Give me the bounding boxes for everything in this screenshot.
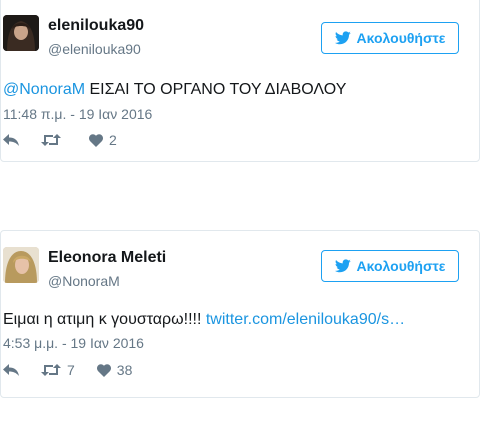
- like-button[interactable]: 2: [89, 132, 117, 148]
- follow-button[interactable]: Ακολουθήστε: [321, 22, 459, 54]
- follow-label: Ακολουθήστε: [356, 30, 446, 46]
- tweet-text: @NonoraM ΕΙΣΑΙ ΤΟ ΟΡΓΑΝΟ ΤΟΥ ΔΙΑΒΟΛΟΥ: [3, 81, 346, 99]
- user-handle[interactable]: @elenilouka90: [48, 41, 141, 57]
- tweet-body: ΕΙΣΑΙ ΤΟ ΟΡΓΑΝΟ ΤΟΥ ΔΙΑΒΟΛΟΥ: [85, 81, 347, 98]
- twitter-bird-icon: [334, 31, 351, 45]
- retweet-button[interactable]: [41, 133, 67, 147]
- tweet-text: Ειμαι η ατιμη κ γουσταρω!!!! twitter.com…: [3, 311, 405, 329]
- like-button[interactable]: 38: [96, 362, 133, 378]
- heart-icon: [89, 133, 103, 147]
- timestamp[interactable]: 11:48 π.μ. - 19 Ιαν 2016: [3, 106, 152, 122]
- retweet-icon: [41, 364, 61, 376]
- display-name[interactable]: Eleonora Meleti: [48, 249, 166, 267]
- retweet-icon: [41, 134, 61, 146]
- reply-icon: [3, 134, 19, 146]
- reply-button[interactable]: [3, 363, 19, 377]
- like-count: 2: [109, 132, 117, 148]
- twitter-bird-icon: [334, 259, 351, 273]
- follow-button[interactable]: Ακολουθήστε: [321, 250, 459, 282]
- avatar[interactable]: [3, 247, 39, 283]
- tweet-card: Eleonora Meleti @NonoraM Ακολουθήστε Ειμ…: [0, 230, 480, 398]
- display-name[interactable]: elenilouka90: [48, 17, 144, 35]
- timestamp[interactable]: 4:53 μ.μ. - 19 Ιαν 2016: [3, 335, 144, 351]
- reply-button[interactable]: [3, 133, 19, 147]
- reply-icon: [3, 364, 19, 376]
- mention-link[interactable]: @NonoraM: [3, 81, 85, 98]
- avatar[interactable]: [3, 15, 39, 51]
- follow-label: Ακολουθήστε: [356, 258, 446, 274]
- like-count: 38: [116, 362, 133, 378]
- tweet-body: Ειμαι η ατιμη κ γουσταρω!!!!: [3, 311, 206, 328]
- retweet-button[interactable]: 7: [41, 362, 75, 378]
- action-bar: 2: [3, 132, 139, 148]
- user-handle[interactable]: @NonoraM: [48, 273, 120, 289]
- retweet-count: 7: [67, 362, 75, 378]
- heart-icon: [96, 363, 111, 377]
- tweet-link[interactable]: twitter.com/elenilouka90/s…: [206, 311, 405, 328]
- action-bar: 7 38: [3, 362, 154, 378]
- tweet-card: elenilouka90 @elenilouka90 Ακολουθήστε @…: [0, 0, 480, 162]
